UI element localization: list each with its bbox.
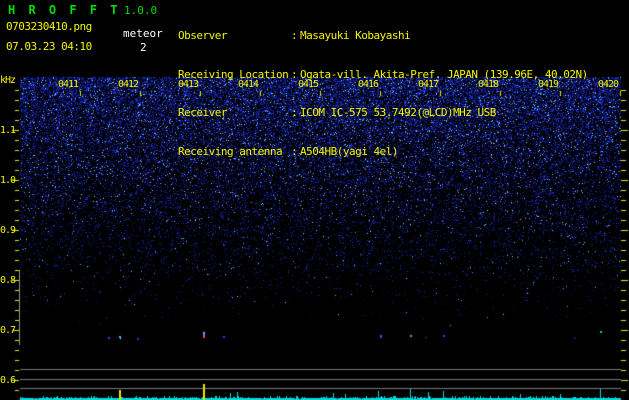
- time-tick-label: 0411: [55, 79, 81, 90]
- hrofft-output-image: H R O F F T 1.0.0 0703230410.png meteor …: [0, 0, 629, 400]
- info-separator: :: [291, 107, 300, 120]
- station-info: Observer:Masayuki Kobayashi Receiving Lo…: [178, 4, 628, 184]
- freq-tick-label: 0.7: [0, 325, 14, 336]
- time-tick-label: 0417: [415, 79, 441, 90]
- time-tick-label: 0415: [295, 79, 321, 90]
- time-tick-label: 0416: [355, 79, 381, 90]
- observation-datetime: 07.03.23 04:10: [6, 40, 92, 53]
- time-tick-label: 0420: [595, 79, 621, 90]
- time-tick-label: 0413: [175, 79, 201, 90]
- freq-tick-label: 0.8: [0, 275, 14, 286]
- info-value: Masayuki Kobayashi: [300, 30, 410, 43]
- info-row-antenna: Receiving antenna:A504HB(yagi 4el): [178, 146, 628, 159]
- time-tick-label: 0414: [235, 79, 261, 90]
- freq-tick-label: 1.1: [0, 125, 14, 136]
- observation-mode-label: meteor: [123, 27, 163, 40]
- time-tick-label: 0419: [535, 79, 561, 90]
- info-separator: :: [291, 30, 300, 43]
- info-row-receiver: Receiver:ICOM IC-575 53.7492(@LCD)MHz US…: [178, 107, 628, 120]
- info-row-observer: Observer:Masayuki Kobayashi: [178, 30, 628, 43]
- freq-tick-label: 0.9: [0, 225, 14, 236]
- info-label: Receiver: [178, 107, 291, 120]
- freq-tick-label: 1.0: [0, 175, 14, 186]
- time-tick-label: 0412: [115, 79, 141, 90]
- info-separator: :: [291, 146, 300, 159]
- info-label: Receiving antenna: [178, 146, 291, 159]
- freq-tick-label: 0.6: [0, 375, 14, 386]
- info-value: A504HB(yagi 4el): [300, 146, 398, 159]
- output-filename: 0703230410.png: [6, 20, 92, 33]
- info-label: Observer: [178, 30, 291, 43]
- app-title: H R O F F T: [8, 3, 120, 17]
- info-value: ICOM IC-575 53.7492(@LCD)MHz USB: [300, 107, 496, 120]
- time-tick-label: 0418: [475, 79, 501, 90]
- meteor-count: 2: [140, 41, 147, 54]
- freq-axis-unit-label: kHz: [0, 75, 15, 86]
- app-version: 1.0.0: [124, 4, 157, 17]
